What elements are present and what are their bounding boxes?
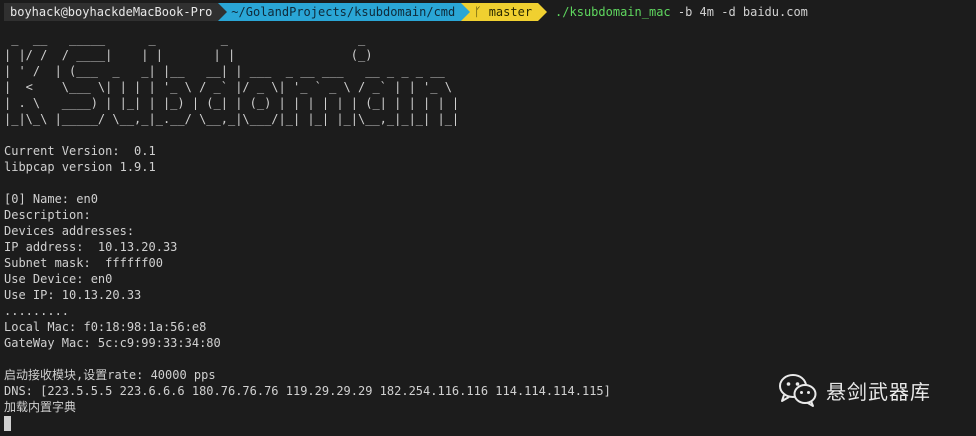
use-ip-line: Use IP: 10.13.20.33 (4, 288, 142, 302)
banner-line: | ' / | (___ _ _| |__ __| | ___ _ __ ___… (4, 64, 445, 78)
banner-line: |_|\_\ |_____/ \__,_|_.__/ \__,_|\___/|_… (4, 112, 460, 126)
command-binary: ./ksubdomain_mac (555, 5, 671, 19)
version-line: Current Version: 0.1 (4, 144, 156, 158)
watermark-text: 悬剑武器库 (826, 379, 931, 404)
terminal-window[interactable]: boyhack@boyhackdeMacBook-Pro ~/GolandPro… (0, 0, 976, 436)
use-device-line: Use Device: en0 (4, 272, 113, 286)
command-line: ./ksubdomain_mac -b 4m -d baidu.com (547, 3, 808, 21)
watermark: 悬剑武器库 (778, 372, 931, 408)
powerline-separator (218, 3, 228, 21)
prompt-user-host: boyhack@boyhackdeMacBook-Pro (4, 3, 219, 21)
ip-address-line: IP address: 10.13.20.33 (4, 240, 178, 254)
addresses-line: Devices addresses: (4, 224, 135, 238)
device-name-line: [0] Name: en0 (4, 192, 98, 206)
powerline-separator (538, 3, 548, 21)
gateway-mac-line: GateWay Mac: 5c:c9:99:33:34:80 (4, 336, 221, 350)
shell-prompt: boyhack@boyhackdeMacBook-Pro ~/GolandPro… (4, 3, 972, 21)
prompt-cwd: ~/GolandProjects/ksubdomain/cmd (227, 3, 462, 21)
wechat-icon (779, 374, 817, 407)
terminal-output: _ __ _____ _ _ _ | |/ / / ____| | | | | … (4, 31, 972, 431)
terminal-cursor (4, 416, 11, 431)
prompt-git-branch: ᚴ master (470, 3, 539, 21)
banner-line: | . \ ____) | |_| | |_) | (_| | (_) | | … (4, 96, 460, 110)
banner-line: | < \___ \| | | | '_ \ / _` |/ _ \| '_ `… (4, 80, 452, 94)
banner-line: _ __ _____ _ _ _ (4, 32, 366, 46)
banner-line: | |/ / / ____| | | | | (_) (4, 48, 373, 62)
local-mac-line: Local Mac: f0:18:98:1a:56:e8 (4, 320, 207, 334)
description-line: Description: (4, 208, 91, 222)
libpcap-line: libpcap version 1.9.1 (4, 160, 156, 174)
subnet-mask-line: Subnet mask: ffffff00 (4, 256, 163, 270)
powerline-separator (461, 3, 471, 21)
ellipsis-line: ......... (4, 304, 70, 318)
command-args: -b 4m -d baidu.com (670, 5, 808, 19)
cursor-line (4, 415, 972, 431)
ascii-banner: _ __ _____ _ _ _ | |/ / / ____| | | | | … (4, 31, 972, 127)
